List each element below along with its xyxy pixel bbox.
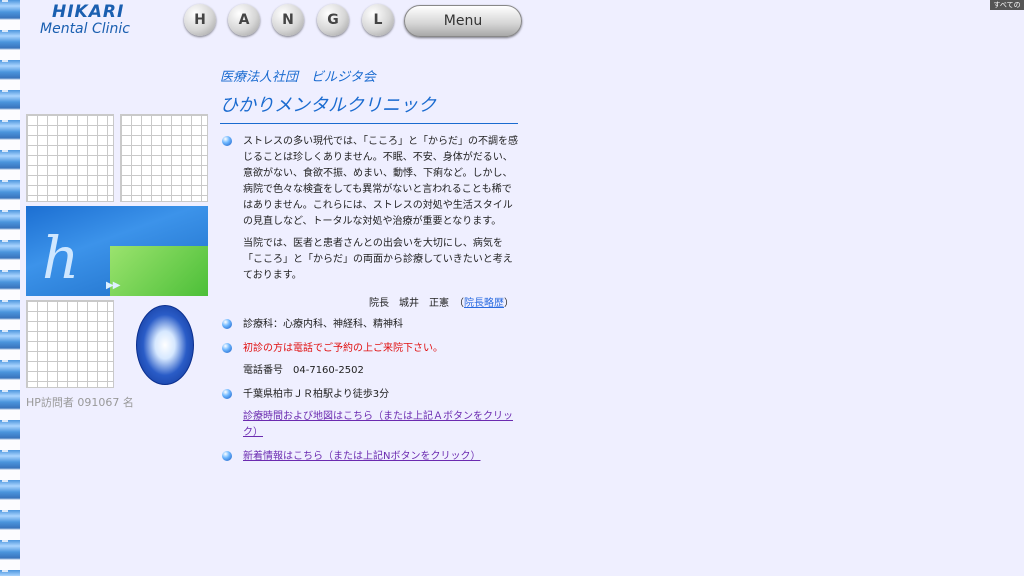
corporation-name: 医療法人社団 ビルジタ会 bbox=[220, 70, 376, 85]
nav-button-h[interactable]: H bbox=[184, 4, 216, 36]
clinic-title: ひかりメンタルクリニック bbox=[220, 91, 518, 124]
departments-item: 診療科：心療内科、神経科、精神科 bbox=[218, 317, 518, 333]
hours-map-link[interactable]: 診療時間および地図はこちら（または上記Ａボタンをクリック） bbox=[243, 411, 513, 438]
grid-tile-top-left bbox=[26, 114, 114, 202]
intro-paragraph-2: 当院では、医者と患者さんとの出会いを大切にし、病気を「こころ」と「からだ」の両面… bbox=[243, 238, 513, 281]
bullet-icon bbox=[222, 343, 232, 353]
logo-line1: HIKARI bbox=[52, 2, 125, 22]
departments-text: 診療科：心療内科、神経科、精神科 bbox=[243, 319, 403, 330]
intro-block: ストレスの多い現代では、「こころ」と「からだ」の不調を感じることは珍しくありませ… bbox=[218, 134, 518, 284]
news-item: 新着情報はこちら（または上記Nボタンをクリック） bbox=[218, 449, 518, 465]
statue-image bbox=[136, 305, 194, 385]
director-signature: 院長 城井 正憲 （院長略歴） bbox=[218, 294, 518, 309]
director-profile-link[interactable]: 院長略歴 bbox=[464, 298, 504, 309]
bullet-icon bbox=[222, 136, 232, 146]
phone-number: 電話番号 04-7160-2502 bbox=[243, 365, 364, 376]
grid-tile-bottom-left bbox=[26, 300, 114, 388]
banner-green-block bbox=[110, 246, 208, 296]
binder-strip bbox=[0, 0, 20, 576]
menu-button[interactable]: Menu bbox=[404, 5, 522, 37]
access-text: 千葉県柏市ＪＲ柏駅より徒歩3分 bbox=[243, 389, 390, 400]
banner-arrows-icon: ▶▶ bbox=[106, 280, 120, 291]
banner-image: h ▶▶ bbox=[26, 206, 208, 296]
director-close: ） bbox=[504, 298, 514, 309]
corner-tag: すべての bbox=[990, 0, 1024, 10]
bullet-icon bbox=[222, 319, 232, 329]
access-item: 千葉県柏市ＪＲ柏駅より徒歩3分 bbox=[218, 387, 518, 403]
grid-tile-top-right bbox=[120, 114, 208, 202]
news-link[interactable]: 新着情報はこちら（または上記Nボタンをクリック） bbox=[243, 451, 480, 462]
bullet-icon bbox=[222, 451, 232, 461]
nav-button-n[interactable]: N bbox=[272, 4, 304, 36]
director-name: 院長 城井 正憲 （ bbox=[369, 298, 464, 309]
banner-letter: h bbox=[42, 224, 80, 292]
main-content: 医療法人社団 ビルジタ会 ひかりメンタルクリニック ストレスの多い現代では、「こ… bbox=[218, 66, 518, 465]
site-logo[interactable]: HIKARI Mental Clinic bbox=[40, 2, 150, 44]
intro-paragraph-1: ストレスの多い現代では、「こころ」と「からだ」の不調を感じることは珍しくありませ… bbox=[243, 136, 518, 227]
nav-button-l[interactable]: L bbox=[362, 4, 394, 36]
nav-button-a[interactable]: A bbox=[228, 4, 260, 36]
logo-line2: Mental Clinic bbox=[40, 20, 130, 37]
first-visit-text: 初診の方は電話でご予約の上ご来院下さい。 bbox=[243, 343, 443, 354]
bullet-icon bbox=[222, 389, 232, 399]
visitor-counter: HP訪問者 091067 名 bbox=[26, 396, 134, 409]
nav-button-g[interactable]: G bbox=[317, 4, 349, 36]
first-visit-item: 初診の方は電話でご予約の上ご来院下さい。 bbox=[218, 341, 518, 357]
hours-map-row: 診療時間および地図はこちら（または上記Ａボタンをクリック） bbox=[218, 409, 518, 441]
